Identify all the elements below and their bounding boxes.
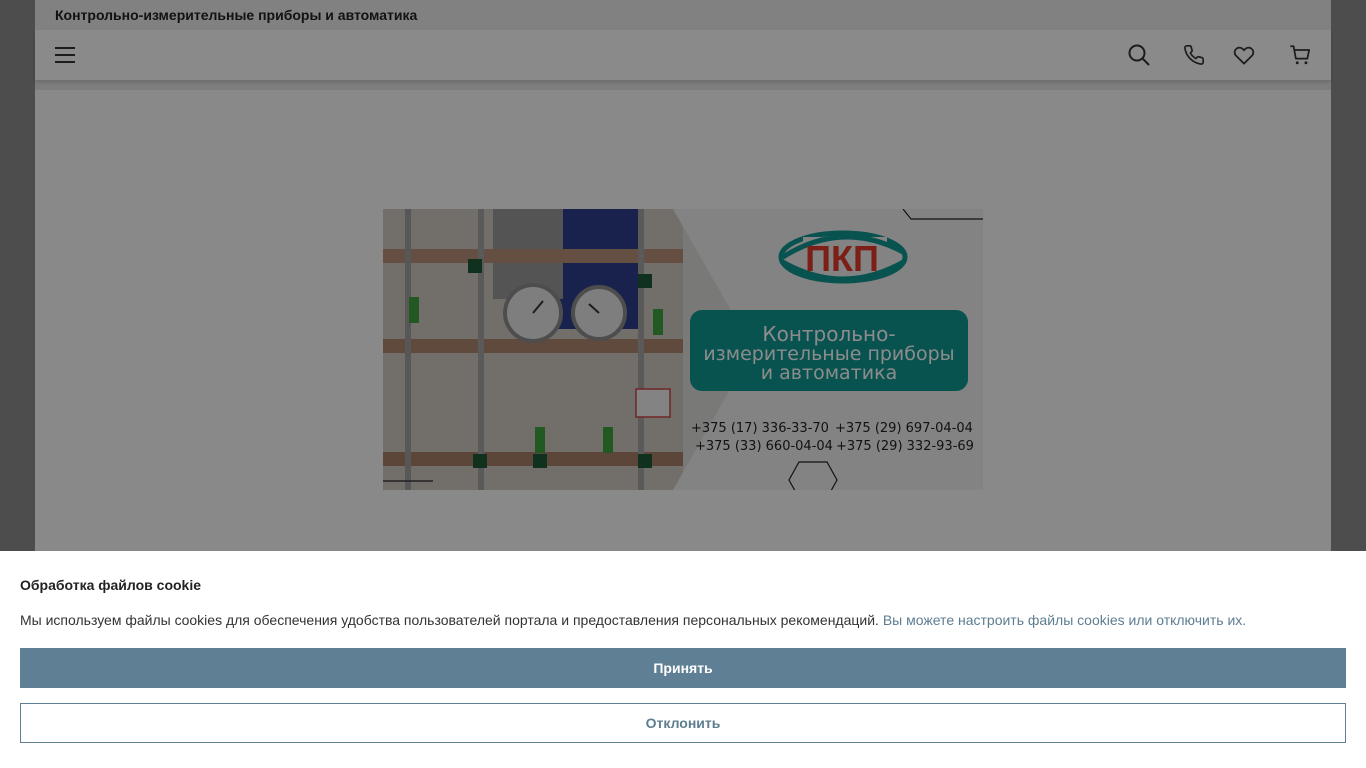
decline-cookies-button[interactable]: Отклонить (20, 703, 1346, 743)
cookie-banner: Обработка файлов cookie Мы используем фа… (0, 551, 1366, 768)
accept-cookies-button[interactable]: Принять (20, 648, 1346, 688)
cookie-title: Обработка файлов cookie (20, 577, 202, 593)
cookie-settings-link[interactable]: Вы можете настроить файлы cookies или от… (883, 612, 1246, 628)
cookie-text: Мы используем файлы cookies для обеспече… (20, 612, 883, 628)
cookie-description: Мы используем файлы cookies для обеспече… (20, 612, 1246, 628)
